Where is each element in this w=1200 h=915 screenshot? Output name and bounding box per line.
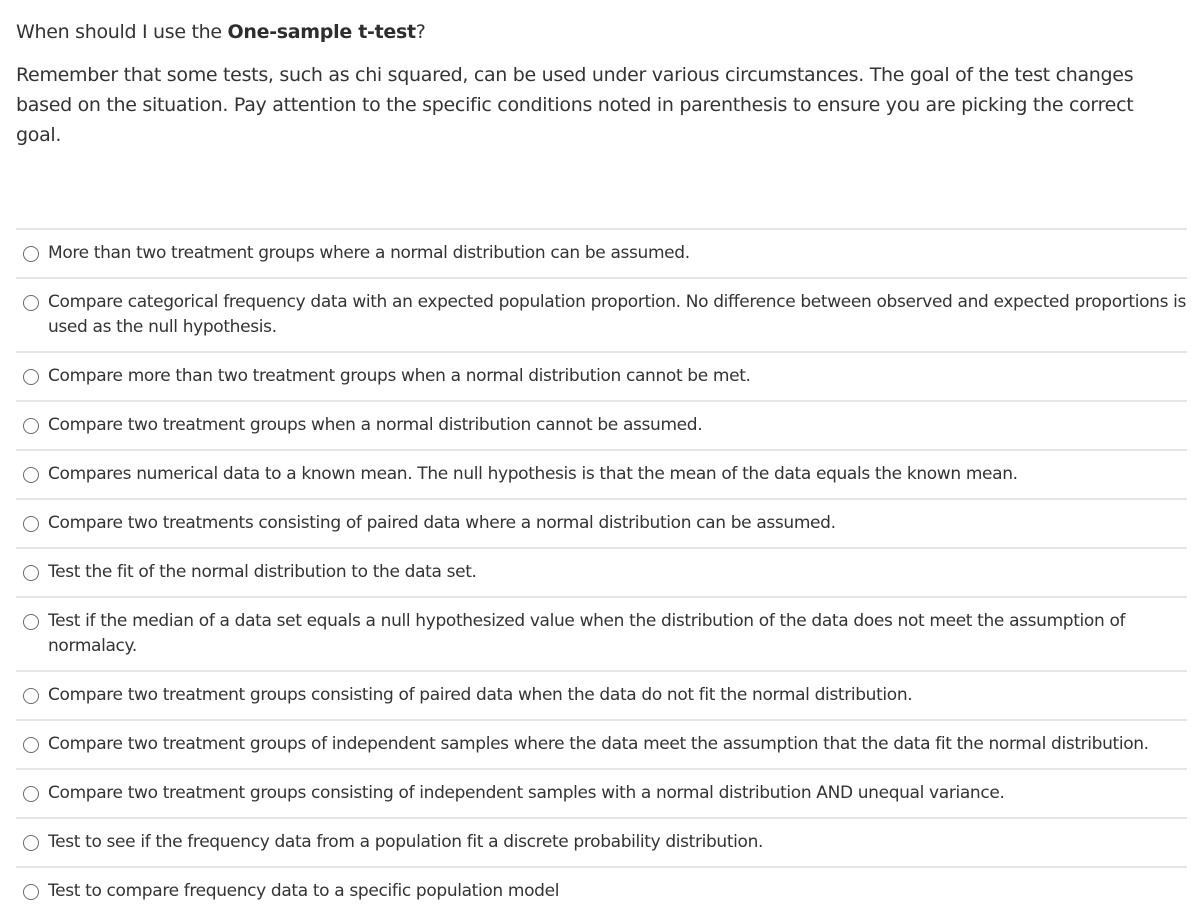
radio-button-icon[interactable]: [23, 295, 39, 311]
answer-option[interactable]: Test the fit of the normal distribution …: [16, 547, 1187, 596]
question-instructions: Remember that some tests, such as chi sq…: [16, 64, 1134, 146]
option-label[interactable]: Test to see if the frequency data from a…: [48, 830, 1187, 855]
radio-button-icon[interactable]: [23, 884, 39, 900]
answer-option[interactable]: Compare two treatments consisting of pai…: [16, 498, 1187, 547]
prompt-suffix: ?: [415, 21, 426, 43]
option-label[interactable]: Compare two treatment groups when a norm…: [48, 413, 1187, 438]
radio-button-icon[interactable]: [23, 246, 39, 262]
radio-button-icon[interactable]: [23, 516, 39, 532]
answer-option[interactable]: Compare two treatment groups of independ…: [16, 719, 1187, 768]
test-name: One-sample t-test: [227, 21, 417, 43]
option-label[interactable]: Compare two treatment groups consisting …: [48, 683, 1187, 708]
option-label[interactable]: Compare more than two treatment groups w…: [48, 364, 1187, 389]
answer-options: More than two treatment groups where a n…: [16, 228, 1187, 915]
radio-button-icon[interactable]: [23, 369, 39, 385]
radio-button-icon[interactable]: [23, 614, 39, 630]
radio-button-icon[interactable]: [23, 737, 39, 753]
answer-option[interactable]: Compares numerical data to a known mean.…: [16, 449, 1187, 498]
option-label[interactable]: Compares numerical data to a known mean.…: [48, 462, 1187, 487]
option-label[interactable]: More than two treatment groups where a n…: [48, 241, 1187, 266]
answer-option[interactable]: Compare two treatment groups consisting …: [16, 768, 1187, 817]
radio-button-icon[interactable]: [23, 565, 39, 581]
answer-option[interactable]: Test to see if the frequency data from a…: [16, 817, 1187, 866]
question-block: When should I use the One-sample t-test?…: [16, 18, 1186, 150]
option-label[interactable]: Compare two treatments consisting of pai…: [48, 511, 1187, 536]
radio-button-icon[interactable]: [23, 835, 39, 851]
radio-button-icon[interactable]: [23, 467, 39, 483]
option-label[interactable]: Compare two treatment groups of independ…: [48, 732, 1187, 757]
prompt-prefix: When should I use the: [16, 21, 228, 43]
option-label[interactable]: Test to compare frequency data to a spec…: [48, 879, 1187, 904]
radio-button-icon[interactable]: [23, 786, 39, 802]
option-label[interactable]: Compare categorical frequency data with …: [48, 290, 1187, 340]
option-label[interactable]: Compare two treatment groups consisting …: [48, 781, 1187, 806]
answer-option[interactable]: Compare two treatment groups consisting …: [16, 670, 1187, 719]
radio-button-icon[interactable]: [23, 418, 39, 434]
question-prompt: When should I use the One-sample t-test?: [16, 18, 1186, 46]
answer-option[interactable]: Compare two treatment groups when a norm…: [16, 400, 1187, 449]
answer-option[interactable]: More than two treatment groups where a n…: [16, 228, 1187, 277]
answer-option[interactable]: Compare categorical frequency data with …: [16, 277, 1187, 351]
option-label[interactable]: Test if the median of a data set equals …: [48, 609, 1187, 659]
option-label[interactable]: Test the fit of the normal distribution …: [48, 560, 1187, 585]
radio-button-icon[interactable]: [23, 688, 39, 704]
answer-option[interactable]: Compare more than two treatment groups w…: [16, 351, 1187, 400]
answer-option[interactable]: Test if the median of a data set equals …: [16, 596, 1187, 670]
answer-option[interactable]: Test to compare frequency data to a spec…: [16, 866, 1187, 915]
